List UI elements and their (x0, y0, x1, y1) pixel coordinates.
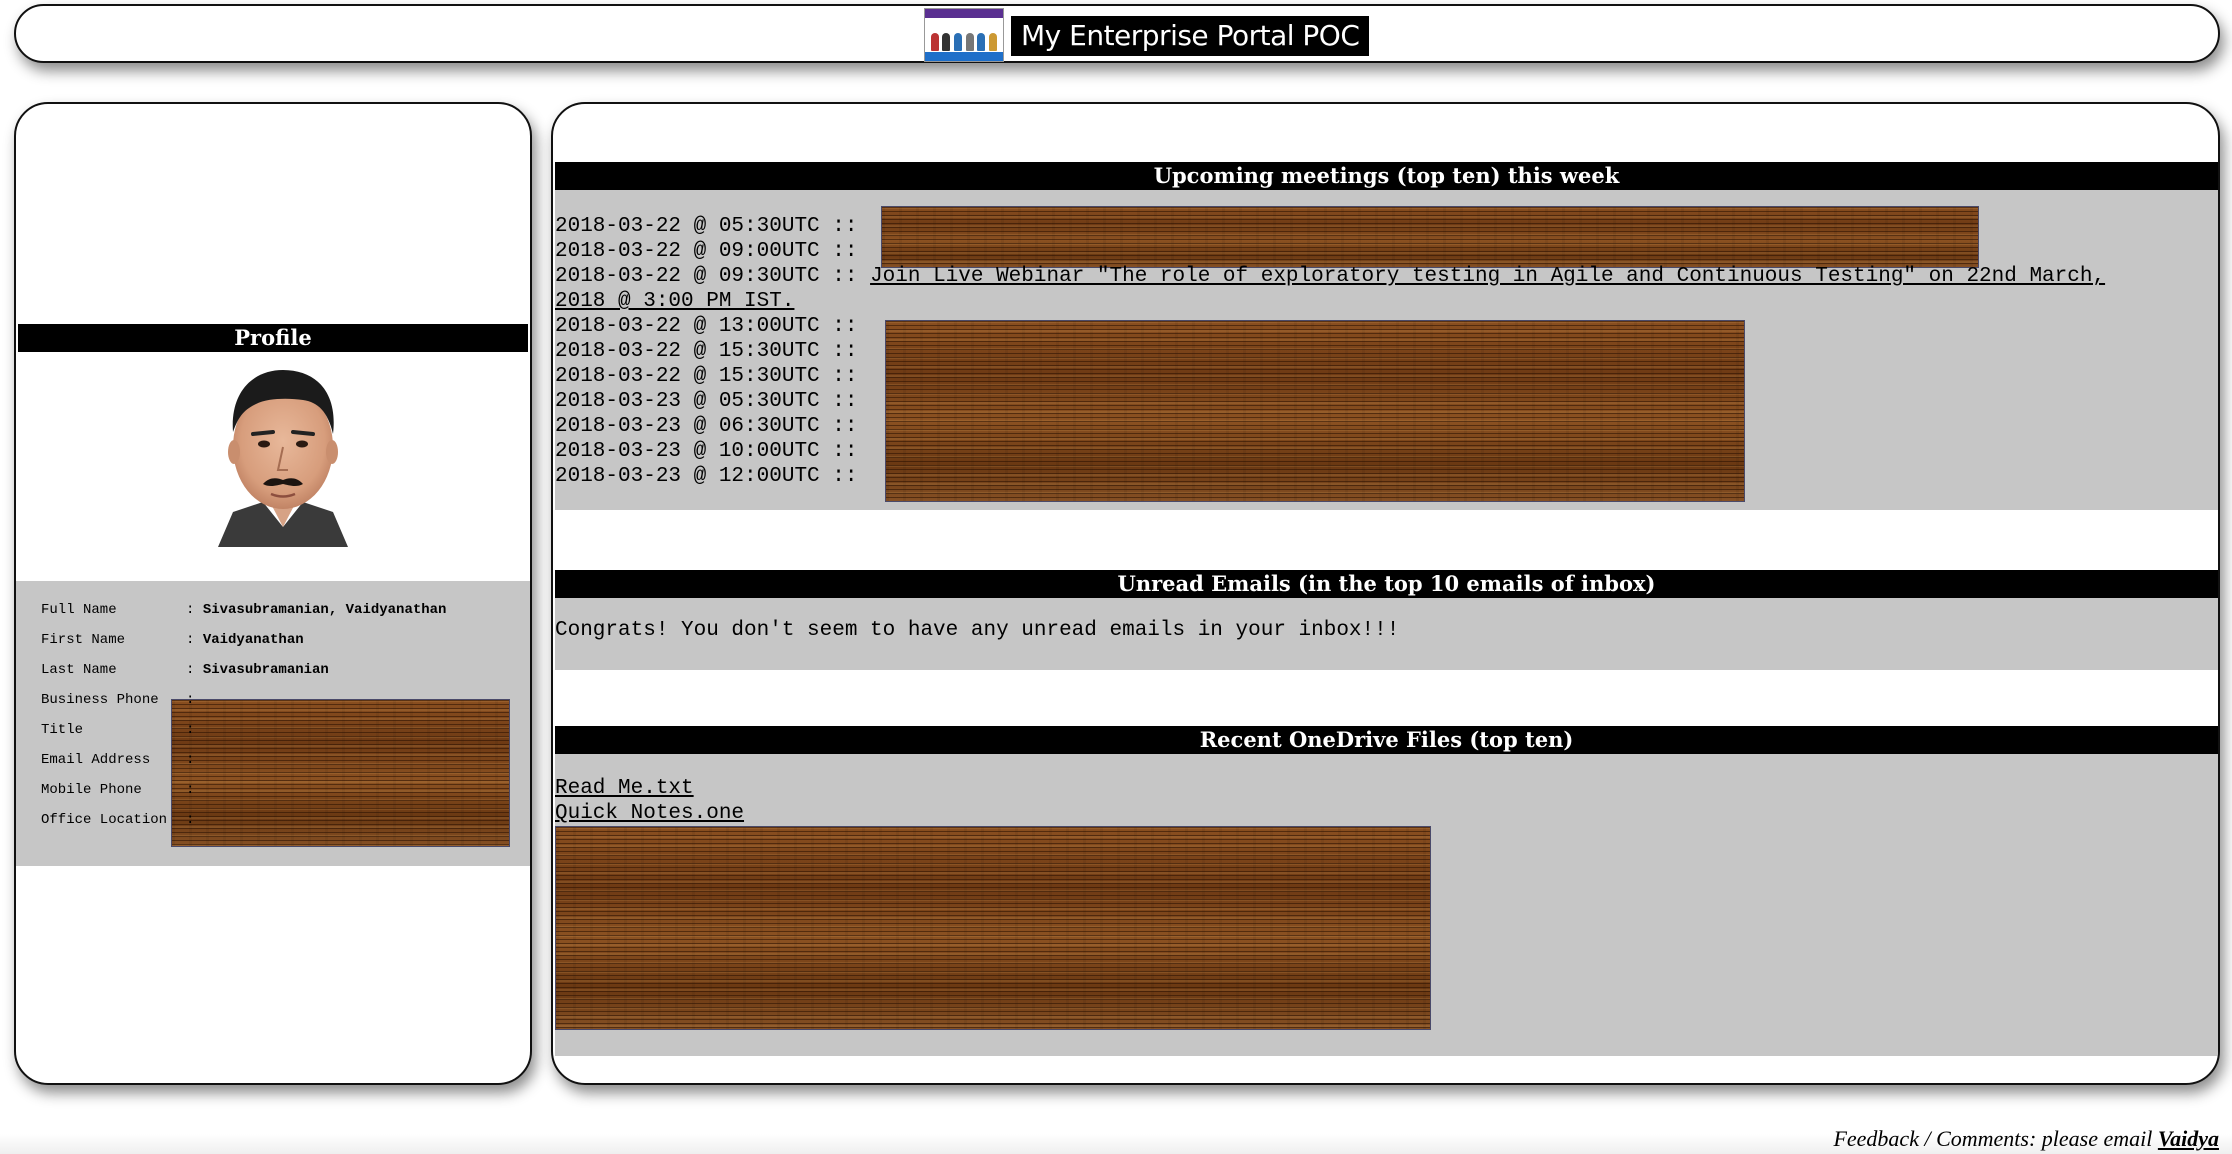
meeting-item: 2018-03-23 @ 06:30UTC :: (555, 415, 858, 438)
profile-panel: Profile Full Name: Sivasubramanian, Vaid… (14, 102, 532, 1085)
footer: Feedback / Comments: please email Vaidya (1833, 1126, 2219, 1152)
profile-row-mobile: Mobile Phone: (41, 782, 195, 798)
meetings-section-title: Upcoming meetings (top ten) this week (555, 162, 2218, 190)
team-logo-icon (924, 8, 1004, 62)
file-link-quick-notes[interactable]: Quick Notes.one (555, 801, 744, 826)
meeting-item: 2018-03-22 @ 15:30UTC :: (555, 365, 858, 388)
emails-section-title: Unread Emails (in the top 10 emails of i… (555, 570, 2218, 598)
profile-row-last-name: Last Name: Sivasubramanian (41, 662, 329, 678)
emails-panel: Congrats! You don't seem to have any unr… (555, 598, 2218, 670)
file-link-readme[interactable]: Read Me.txt (555, 776, 694, 801)
meeting-item: 2018-03-22 @ 09:30UTC :: Join Live Webin… (555, 265, 2106, 288)
header-bar: My Enterprise Portal POC (14, 4, 2220, 63)
meeting-link[interactable]: Join Live Webinar "The role of explorato… (870, 265, 2105, 288)
meeting-item: 2018-03-22 @ 15:30UTC :: (555, 340, 858, 363)
footer-email-link[interactable]: Vaidya (2158, 1126, 2219, 1151)
profile-row-first-name: First Name: Vaidyanathan (41, 632, 304, 648)
main-panel: Upcoming meetings (top ten) this week 20… (551, 102, 2220, 1085)
meeting-item: 2018-03-22 @ 05:30UTC :: (555, 215, 858, 238)
redacted-block (171, 699, 510, 847)
profile-row-full-name: Full Name: Sivasubramanian, Vaidyanathan (41, 602, 447, 618)
meeting-link-continued[interactable]: 2018 @ 3:00 PM IST. (555, 290, 794, 313)
meeting-item: 2018-03-22 @ 09:00UTC :: (555, 240, 858, 263)
meeting-item: 2018-03-23 @ 05:30UTC :: (555, 390, 858, 413)
profile-photo (218, 370, 348, 547)
app-title: My Enterprise Portal POC (1011, 16, 1370, 56)
meeting-item: 2018-03-23 @ 12:00UTC :: (555, 465, 858, 488)
redacted-block (555, 826, 1431, 1030)
redacted-block (881, 206, 1979, 268)
meeting-item: 2018-03-23 @ 10:00UTC :: (555, 440, 858, 463)
profile-row-office: Office Location: (41, 812, 195, 828)
meeting-item: 2018-03-22 @ 13:00UTC :: (555, 315, 858, 338)
meetings-list: 2018-03-22 @ 05:30UTC :: 2018-03-22 @ 09… (555, 190, 2218, 510)
footer-text: Feedback / Comments: please email (1833, 1126, 2158, 1151)
onedrive-section-title: Recent OneDrive Files (top ten) (555, 726, 2218, 754)
onedrive-files: Read Me.txt Quick Notes.one (555, 754, 2218, 1056)
profile-row-business-phone: Business Phone: (41, 692, 195, 708)
meeting-item-continued: 2018 @ 3:00 PM IST. (555, 289, 794, 314)
redacted-block (885, 320, 1745, 502)
profile-row-title: Title: (41, 722, 195, 738)
profile-row-email: Email Address: (41, 752, 195, 768)
profile-section-title: Profile (18, 324, 528, 352)
emails-message: Congrats! You don't seem to have any unr… (555, 619, 1400, 642)
